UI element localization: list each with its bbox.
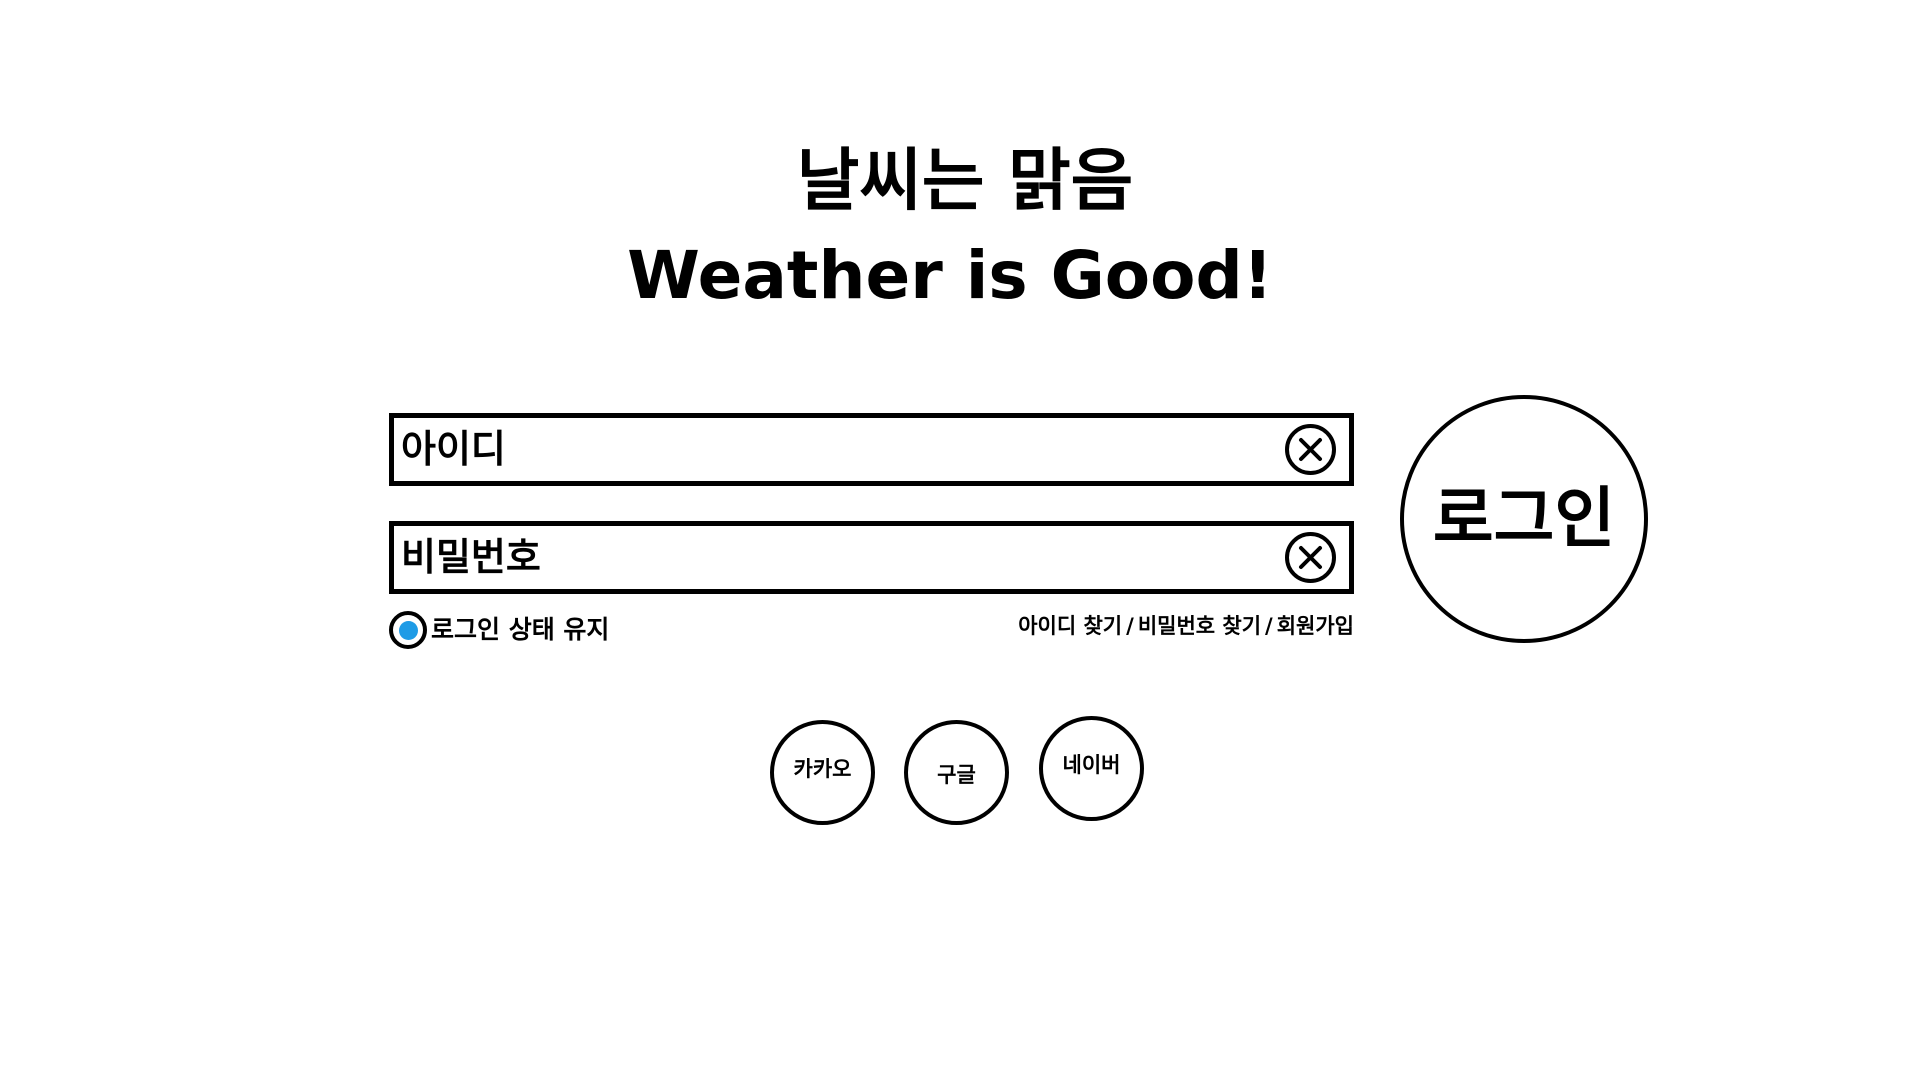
id-clear-button[interactable] <box>1285 424 1336 475</box>
page-title-english: Weather is Good! <box>627 237 1273 314</box>
naver-login-button[interactable]: 네이버 <box>1039 716 1144 821</box>
id-field[interactable]: 아이디 <box>389 413 1354 486</box>
page-title-korean: 날씨는 맑음 <box>796 142 1134 221</box>
login-button[interactable]: 로그인 <box>1400 395 1648 643</box>
find-id-link[interactable]: 아이디 찾기 <box>1018 614 1122 638</box>
keep-login-label: 로그인 상태 유지 <box>431 615 610 644</box>
link-separator: / <box>1126 614 1134 638</box>
kakao-login-button[interactable]: 카카오 <box>770 720 875 825</box>
kakao-label: 카카오 <box>793 757 852 781</box>
password-field-value: 비밀번호 <box>401 535 541 579</box>
close-circle-icon <box>1299 438 1322 461</box>
keep-login-radio[interactable] <box>389 611 427 649</box>
naver-label: 네이버 <box>1062 753 1121 777</box>
radio-selected-dot <box>399 621 418 640</box>
password-clear-button[interactable] <box>1285 532 1336 583</box>
google-label: 구글 <box>937 763 976 787</box>
password-field[interactable]: 비밀번호 <box>389 521 1354 594</box>
login-button-label: 로그인 <box>1432 480 1616 557</box>
account-links: 아이디 찾기 / 비밀번호 찾기 / 회원가입 <box>1018 609 1354 643</box>
find-password-link[interactable]: 비밀번호 찾기 <box>1138 614 1261 638</box>
google-login-button[interactable]: 구글 <box>904 720 1009 825</box>
link-separator: / <box>1265 614 1273 638</box>
close-circle-icon <box>1299 546 1322 569</box>
id-field-value: 아이디 <box>401 427 506 471</box>
signup-link[interactable]: 회원가입 <box>1277 614 1354 638</box>
